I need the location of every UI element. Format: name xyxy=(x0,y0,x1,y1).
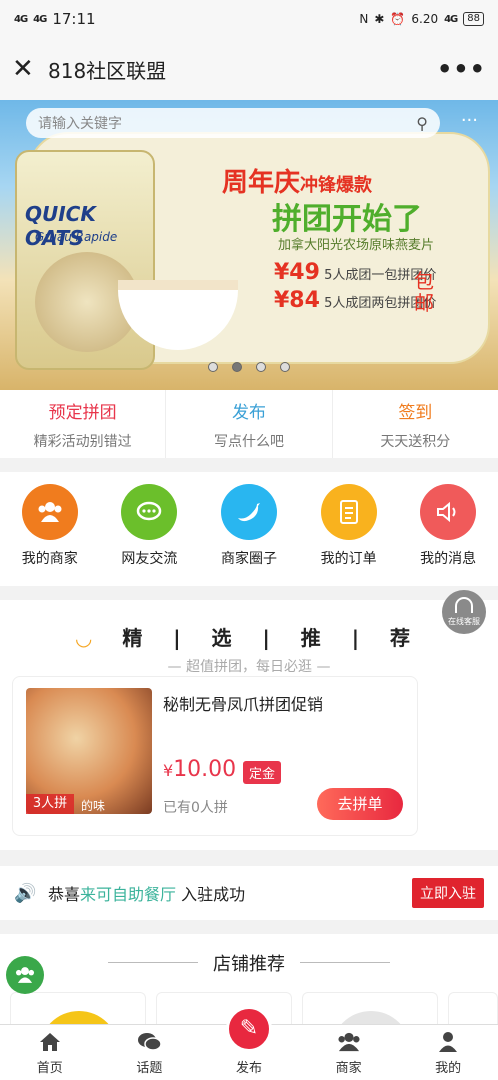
menu-item-my-merchants[interactable]: 我的商家 xyxy=(0,472,100,586)
alarm-icon: ⏰ xyxy=(390,12,406,26)
product-package: QUICK OATS Gruau Rapide xyxy=(15,150,155,370)
notice-text: 恭喜来可自助餐厅 入驻成功 xyxy=(48,885,246,904)
image-caption: 的味 xyxy=(81,799,106,813)
product-card[interactable]: 3人拼 的味 秘制无骨凤爪拼团促销 ¥10.00 定金 已有0人拼 去拼单 xyxy=(12,676,418,836)
promo-subheadline: 拼团开始了 xyxy=(272,202,422,237)
chat-icon xyxy=(121,484,178,540)
joined-count: 已有0人拼 xyxy=(163,800,228,816)
quick-link-sub: 天天送积分 xyxy=(380,434,451,450)
users-icon xyxy=(299,1031,399,1055)
tab-label: 话题 xyxy=(136,1061,163,1076)
product-price: ¥10.00 xyxy=(163,757,237,782)
carousel-dot[interactable] xyxy=(208,362,218,372)
quick-link-sub: 写点什么吧 xyxy=(213,434,284,450)
battery-icon: 88 xyxy=(463,12,484,26)
deposit-tag: 定金 xyxy=(243,761,282,784)
menu-label: 网友交流 xyxy=(121,551,178,567)
search-input[interactable]: 请输入关键字 ⚲ xyxy=(26,108,440,138)
speaker-icon: 🔊 xyxy=(14,882,37,904)
promo-price-2: ¥84 5人成团两包拼团价 xyxy=(274,288,437,313)
tab-topics[interactable]: 话题 xyxy=(100,1025,200,1080)
promo-desc: 加拿大阳光农场原味燕麦片 xyxy=(278,238,435,253)
title-bar: ✕ 818社区联盟 ••• xyxy=(0,38,498,100)
net-speed: 6.20 xyxy=(411,12,439,26)
document-icon xyxy=(320,484,377,540)
tab-label: 我的 xyxy=(435,1061,462,1076)
search-icon[interactable]: ⚲ xyxy=(416,114,428,133)
carousel-indicator xyxy=(0,362,498,372)
menu-label: 我的订单 xyxy=(320,551,377,567)
quick-link-group-buy[interactable]: 预定拼团 精彩活动别错过 xyxy=(0,390,167,458)
menu-item-chat[interactable]: 网友交流 xyxy=(100,472,200,586)
product-name: 秘制无骨凤爪拼团促销 xyxy=(163,695,324,714)
menu-item-merchant-circle[interactable]: 商家圈子 xyxy=(199,472,299,586)
menu-dots-icon[interactable]: ··· xyxy=(461,110,478,131)
menu-label: 我的商家 xyxy=(21,551,78,567)
quick-link-checkin[interactable]: 签到 天天送积分 xyxy=(333,390,498,458)
user-icon xyxy=(398,1031,498,1055)
home-icon xyxy=(0,1031,100,1055)
menu-item-my-messages[interactable]: 我的消息 xyxy=(398,472,498,586)
network-icon: 4G xyxy=(444,13,458,25)
section-subtitle: — 超值拼团，每日必逛 — xyxy=(167,659,331,675)
bluetooth-icon: ✱ xyxy=(374,12,385,26)
quick-link-publish[interactable]: 发布 写点什么吧 xyxy=(166,390,333,458)
icon-menu: 我的商家 网友交流 商家圈子 我的订单 我的消息 xyxy=(0,472,498,586)
community-fab-icon[interactable] xyxy=(6,956,44,994)
headset-icon xyxy=(455,597,473,613)
chat-icon xyxy=(100,1031,200,1055)
twitter-icon xyxy=(220,484,277,540)
section-title: ◡ 精 | 选 | 推 | 荐 xyxy=(75,626,423,650)
smile-icon: ◡ xyxy=(75,626,123,650)
customer-service-button[interactable]: 在线客服 xyxy=(442,590,486,634)
promo-price-1: ¥49 5人成团一包拼团价 xyxy=(274,260,437,285)
recommend-section: ◡ 精 | 选 | 推 | 荐 — 超值拼团，每日必逛 — 在线客服 3人拼 的… xyxy=(0,590,498,850)
carousel-dot[interactable] xyxy=(256,362,266,372)
edit-icon[interactable]: ✎ xyxy=(226,1006,272,1052)
quick-link-title: 发布 xyxy=(231,403,266,423)
search-placeholder: 请输入关键字 xyxy=(38,116,122,132)
tab-label: 商家 xyxy=(335,1061,362,1076)
banner-carousel[interactable]: QUICK OATS Gruau Rapide 周年庆冲锋爆款 拼团开始了 加拿… xyxy=(0,100,498,390)
carousel-dot[interactable] xyxy=(232,362,242,372)
divider xyxy=(300,962,390,963)
page-title: 818社区联盟 xyxy=(48,58,167,83)
menu-label: 商家圈子 xyxy=(220,551,277,567)
clock: 17:11 xyxy=(52,10,96,28)
nfc-icon: N xyxy=(359,12,369,26)
users-icon xyxy=(21,484,78,540)
tab-merchants[interactable]: 商家 xyxy=(299,1025,399,1080)
tab-home[interactable]: 首页 xyxy=(0,1025,100,1080)
quick-link-title: 预定拼团 xyxy=(48,403,117,423)
signal-icon: 4G xyxy=(33,13,47,25)
join-group-button[interactable]: 去拼单 xyxy=(317,788,403,820)
carousel-dot[interactable] xyxy=(280,362,290,372)
group-badge: 3人拼 xyxy=(26,794,74,814)
menu-item-my-orders[interactable]: 我的订单 xyxy=(299,472,399,586)
tab-label: 首页 xyxy=(36,1061,63,1076)
tab-mine[interactable]: 我的 xyxy=(398,1025,498,1080)
status-bar: 4G 4G 17:11 N ✱ ⏰ 6.20 4G 88 xyxy=(0,0,498,38)
join-now-button[interactable]: 立即入驻 xyxy=(412,878,484,908)
quick-link-sub: 精彩活动别错过 xyxy=(33,434,132,450)
product-sub: Gruau Rapide xyxy=(35,230,118,244)
close-icon[interactable]: ✕ xyxy=(12,38,42,100)
quick-links: 预定拼团 精彩活动别错过 发布 写点什么吧 签到 天天送积分 xyxy=(0,390,498,458)
section-title: 店铺推荐 xyxy=(213,954,285,975)
signal-icon: 4G xyxy=(14,13,28,25)
free-shipping-label: 包邮 xyxy=(414,269,434,315)
menu-label: 我的消息 xyxy=(420,551,477,567)
more-icon[interactable]: ••• xyxy=(437,55,486,83)
quick-link-title: 签到 xyxy=(398,403,433,423)
speaker-icon xyxy=(420,484,477,540)
notice-bar: 🔊 恭喜来可自助餐厅 入驻成功 立即入驻 xyxy=(0,866,498,920)
tab-label: 发布 xyxy=(235,1061,262,1076)
